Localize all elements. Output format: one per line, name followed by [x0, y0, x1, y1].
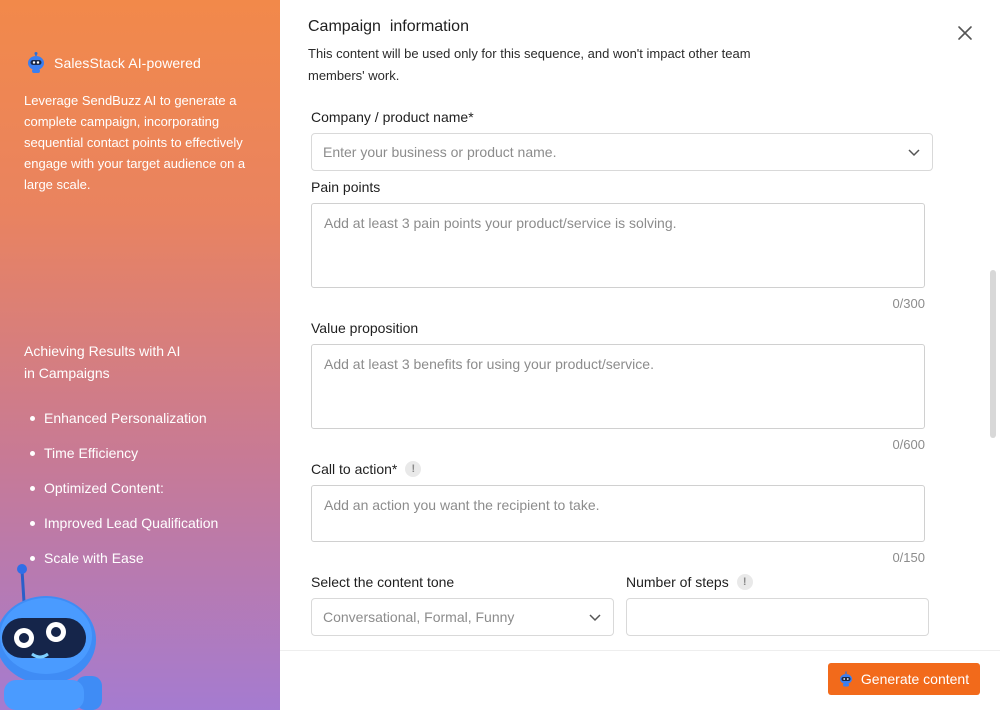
info-icon[interactable]: ! [736, 574, 753, 590]
close-icon[interactable] [956, 24, 974, 42]
benefit-item: Improved Lead Qualification [30, 513, 218, 548]
benefit-item: Time Efficiency [30, 443, 218, 478]
call-to-action-counter: 0/150 [892, 550, 925, 565]
content-tone-select[interactable]: Conversational, Formal, Funny [311, 598, 614, 636]
robot-icon [839, 671, 852, 687]
results-title: Achieving Results with AI in Campaigns [24, 340, 224, 384]
pain-points-label-text: Pain points [311, 179, 381, 195]
pain-points-placeholder: Add at least 3 pain points your product/… [324, 215, 677, 231]
content-tone-placeholder: Conversational, Formal, Funny [323, 609, 515, 625]
value-proposition-counter: 0/600 [892, 437, 925, 452]
number-of-steps-label: Number of steps ! [626, 574, 753, 590]
benefit-label: Improved Lead Qualification [44, 515, 219, 531]
generate-content-label: Generate content [860, 671, 970, 687]
call-to-action-textarea[interactable]: Add an action you want the recipient to … [311, 485, 925, 542]
company-label: Company / product name* [311, 109, 474, 125]
results-title-line: Achieving Results with AI [24, 343, 181, 359]
call-to-action-placeholder: Add an action you want the recipient to … [324, 497, 600, 513]
bullet-icon [30, 486, 35, 491]
benefit-label: Enhanced Personalization [44, 410, 207, 426]
chevron-down-icon [589, 614, 601, 622]
benefit-item: Optimized Content: [30, 478, 218, 513]
value-proposition-textarea[interactable]: Add at least 3 benefits for using your p… [311, 344, 925, 429]
call-to-action-label: Call to action* ! [311, 461, 422, 477]
chevron-down-icon [908, 149, 920, 157]
pain-points-counter: 0/300 [892, 296, 925, 311]
pain-points-textarea[interactable]: Add at least 3 pain points your product/… [311, 203, 925, 288]
benefits-list: Enhanced Personalization Time Efficiency… [30, 408, 218, 583]
scrollbar-thumb[interactable] [990, 270, 996, 438]
generate-content-button[interactable]: Generate content [828, 663, 980, 695]
benefit-label: Optimized Content: [44, 480, 164, 496]
value-proposition-label: Value proposition [311, 320, 418, 336]
call-to-action-label-text: Call to action* [311, 461, 398, 477]
value-proposition-placeholder: Add at least 3 benefits for using your p… [324, 356, 654, 372]
promo-intro: Leverage SendBuzz AI to generate a compl… [24, 93, 246, 192]
content-tone-label-text: Select the content tone [311, 574, 455, 590]
number-of-steps-input[interactable] [626, 598, 929, 636]
number-of-steps-label-text: Number of steps [626, 574, 729, 590]
bullet-icon [30, 521, 35, 526]
bullet-icon [30, 451, 35, 456]
pain-points-label: Pain points [311, 179, 380, 195]
value-proposition-label-text: Value proposition [311, 320, 419, 336]
promo-panel: SalesStack AI-powered Leverage SendBuzz … [0, 0, 280, 710]
robot-logo-icon [28, 52, 44, 73]
benefit-label: Time Efficiency [44, 445, 139, 461]
info-icon[interactable]: ! [405, 461, 422, 477]
bullet-icon [30, 416, 35, 421]
robot-mascot-icon [0, 564, 102, 710]
content-tone-label: Select the content tone [311, 574, 454, 590]
company-select[interactable]: Enter your business or product name. [311, 133, 933, 171]
company-placeholder: Enter your business or product name. [323, 144, 557, 160]
form-description: This content will be used only for this … [308, 46, 751, 83]
company-label-text: Company / product name* [311, 109, 474, 125]
benefit-item: Enhanced Personalization [30, 408, 218, 443]
results-title-line: in Campaigns [24, 365, 110, 381]
form-title: Campaign information [308, 18, 469, 35]
brand-name: SalesStack AI-powered [54, 55, 201, 71]
brand: SalesStack AI-powered [26, 52, 201, 74]
